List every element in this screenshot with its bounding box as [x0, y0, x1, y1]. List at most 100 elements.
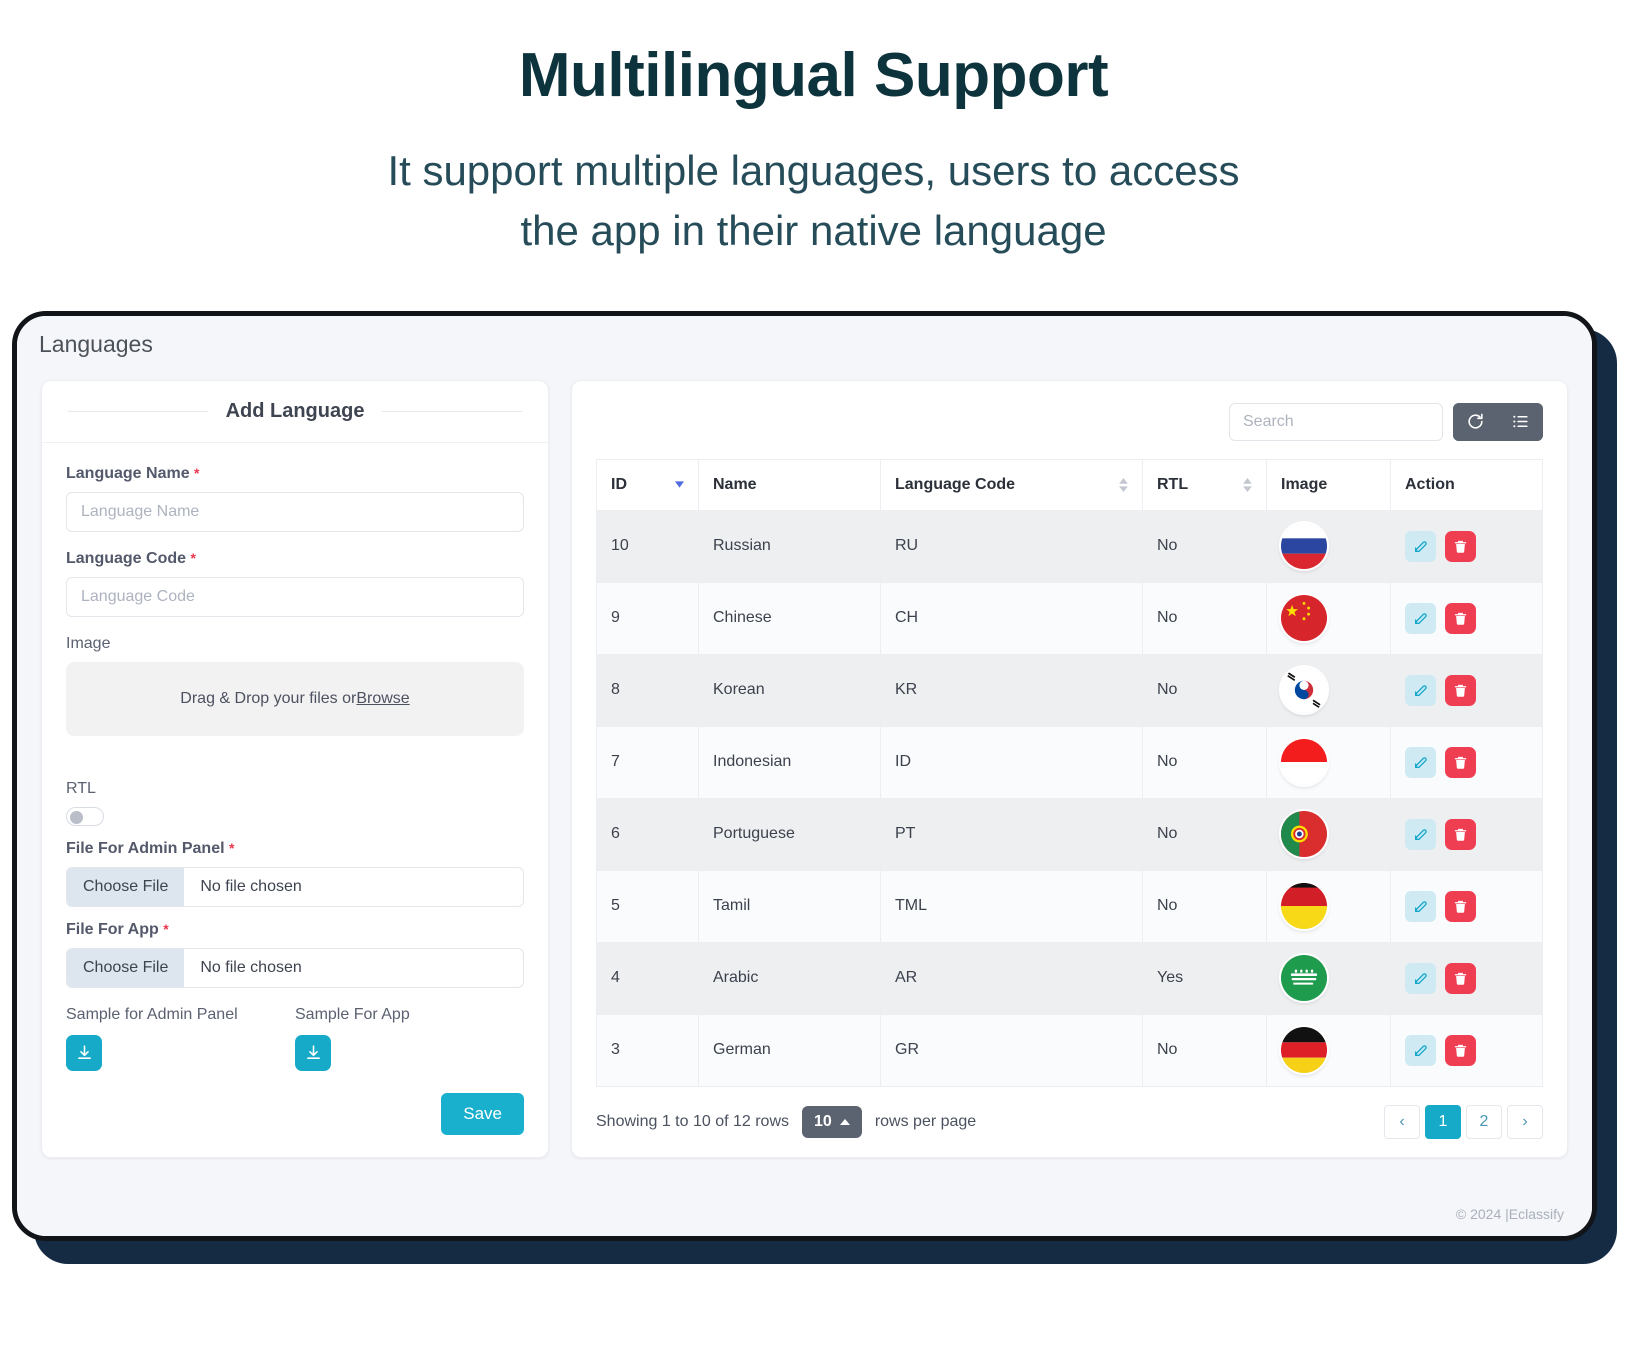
- edit-row-button[interactable]: [1405, 1035, 1436, 1066]
- cell-rtl: No: [1143, 510, 1267, 582]
- table-row: 7IndonesianIDNo: [597, 726, 1543, 798]
- delete-row-button[interactable]: [1445, 891, 1476, 922]
- flag-icon-ru: [1281, 523, 1327, 569]
- cell-action: [1391, 510, 1543, 582]
- column-header-id[interactable]: ID: [597, 459, 699, 510]
- spacer: [66, 617, 524, 635]
- cell-name: Tamil: [699, 870, 881, 942]
- delete-row-button[interactable]: [1445, 603, 1476, 634]
- table-header: ID Name: [597, 459, 1543, 510]
- refresh-button[interactable]: [1453, 403, 1498, 441]
- page-title-heading: Multilingual Support: [0, 40, 1627, 111]
- column-header-language-code[interactable]: Language Code: [881, 459, 1143, 510]
- edit-row-button[interactable]: [1405, 891, 1436, 922]
- download-icon: [305, 1044, 322, 1061]
- spacer: [66, 907, 524, 921]
- cell-rtl: No: [1143, 1014, 1267, 1086]
- cell-id: 6: [597, 798, 699, 870]
- delete-row-button[interactable]: [1445, 963, 1476, 994]
- pagination: ‹12›: [1384, 1105, 1543, 1139]
- file-app-input[interactable]: Choose File No file chosen: [66, 948, 524, 988]
- language-name-input[interactable]: [66, 492, 524, 532]
- delete-row-button[interactable]: [1445, 747, 1476, 778]
- language-code-input[interactable]: [66, 577, 524, 617]
- rows-per-page-text: rows per page: [875, 1113, 976, 1131]
- pagination-summary: Showing 1 to 10 of 12 rows 10 rows per p…: [596, 1106, 976, 1138]
- cell-image: [1267, 726, 1391, 798]
- sort-both-icon: [1243, 478, 1252, 492]
- refresh-icon: [1466, 412, 1485, 431]
- cell-language-code: RU: [881, 510, 1143, 582]
- table-row: 9ChineseCHNo: [597, 582, 1543, 654]
- trash-icon: [1453, 539, 1468, 554]
- table-row: 10RussianRUNo: [597, 510, 1543, 582]
- cell-action: [1391, 942, 1543, 1014]
- edit-row-button[interactable]: [1405, 531, 1436, 562]
- showing-rows-text: Showing 1 to 10 of 12 rows: [596, 1113, 789, 1131]
- edit-row-button[interactable]: [1405, 963, 1436, 994]
- cell-image: [1267, 1014, 1391, 1086]
- delete-row-button[interactable]: [1445, 531, 1476, 562]
- cell-image: [1267, 798, 1391, 870]
- cell-language-code: PT: [881, 798, 1143, 870]
- edit-pencil-icon: [1413, 682, 1429, 698]
- trash-icon: [1453, 683, 1468, 698]
- trash-icon: [1453, 971, 1468, 986]
- cell-name: Portuguese: [699, 798, 881, 870]
- column-header-image-label: Image: [1281, 476, 1327, 493]
- edit-pencil-icon: [1413, 1042, 1429, 1058]
- file-app-label: File For App *: [66, 921, 524, 939]
- flag-icon-kr: [1281, 667, 1327, 713]
- languages-table-card: ID Name: [571, 380, 1568, 1158]
- rtl-toggle[interactable]: [66, 807, 104, 826]
- sample-downloads: Sample for Admin Panel Sample For App: [66, 1006, 524, 1071]
- edit-row-button[interactable]: [1405, 819, 1436, 850]
- column-header-action-label: Action: [1405, 476, 1455, 493]
- delete-row-button[interactable]: [1445, 1035, 1476, 1066]
- table-row: 8KoreanKRNo: [597, 654, 1543, 726]
- edit-pencil-icon: [1413, 754, 1429, 770]
- search-input[interactable]: [1229, 403, 1443, 441]
- edit-row-button[interactable]: [1405, 747, 1436, 778]
- columns-toggle-button[interactable]: [1498, 403, 1543, 441]
- choose-file-button-admin[interactable]: Choose File: [67, 868, 184, 906]
- pagination-page-2[interactable]: 2: [1466, 1105, 1502, 1139]
- download-sample-app-button[interactable]: [295, 1035, 331, 1071]
- cell-name: Russian: [699, 510, 881, 582]
- file-admin-panel-input[interactable]: Choose File No file chosen: [66, 867, 524, 907]
- language-code-label-text: Language Code: [66, 550, 186, 567]
- flag-icon-sa: [1281, 955, 1327, 1001]
- column-header-name[interactable]: Name: [699, 459, 881, 510]
- cell-rtl: No: [1143, 798, 1267, 870]
- table-row: 3GermanGRNo: [597, 1014, 1543, 1086]
- edit-row-button[interactable]: [1405, 675, 1436, 706]
- save-button[interactable]: Save: [441, 1093, 524, 1135]
- cell-id: 5: [597, 870, 699, 942]
- cell-name: Korean: [699, 654, 881, 726]
- edit-row-button[interactable]: [1405, 603, 1436, 634]
- cell-rtl: No: [1143, 870, 1267, 942]
- pagination-page-›[interactable]: ›: [1507, 1105, 1543, 1139]
- table-footer: Showing 1 to 10 of 12 rows 10 rows per p…: [596, 1087, 1543, 1139]
- browse-link[interactable]: Browse: [356, 690, 409, 708]
- download-sample-admin-button[interactable]: [66, 1035, 102, 1071]
- choose-file-button-app[interactable]: Choose File: [67, 949, 184, 987]
- cell-id: 9: [597, 582, 699, 654]
- cell-name: Arabic: [699, 942, 881, 1014]
- cell-action: [1391, 870, 1543, 942]
- rows-per-page-dropdown[interactable]: 10: [802, 1106, 862, 1138]
- hero-subtitle: It support multiple languages, users to …: [239, 141, 1389, 260]
- pagination-page-1[interactable]: 1: [1425, 1105, 1461, 1139]
- cell-image: [1267, 582, 1391, 654]
- edit-pencil-icon: [1413, 610, 1429, 626]
- column-header-id-label: ID: [611, 476, 627, 494]
- delete-row-button[interactable]: [1445, 675, 1476, 706]
- image-dropzone[interactable]: Drag & Drop your files or Browse: [66, 662, 524, 736]
- cell-image: [1267, 870, 1391, 942]
- rows-per-page-value: 10: [814, 1113, 832, 1131]
- pagination-page-‹[interactable]: ‹: [1384, 1105, 1420, 1139]
- delete-row-button[interactable]: [1445, 819, 1476, 850]
- cell-language-code: TML: [881, 870, 1143, 942]
- cell-action: [1391, 726, 1543, 798]
- column-header-rtl[interactable]: RTL: [1143, 459, 1267, 510]
